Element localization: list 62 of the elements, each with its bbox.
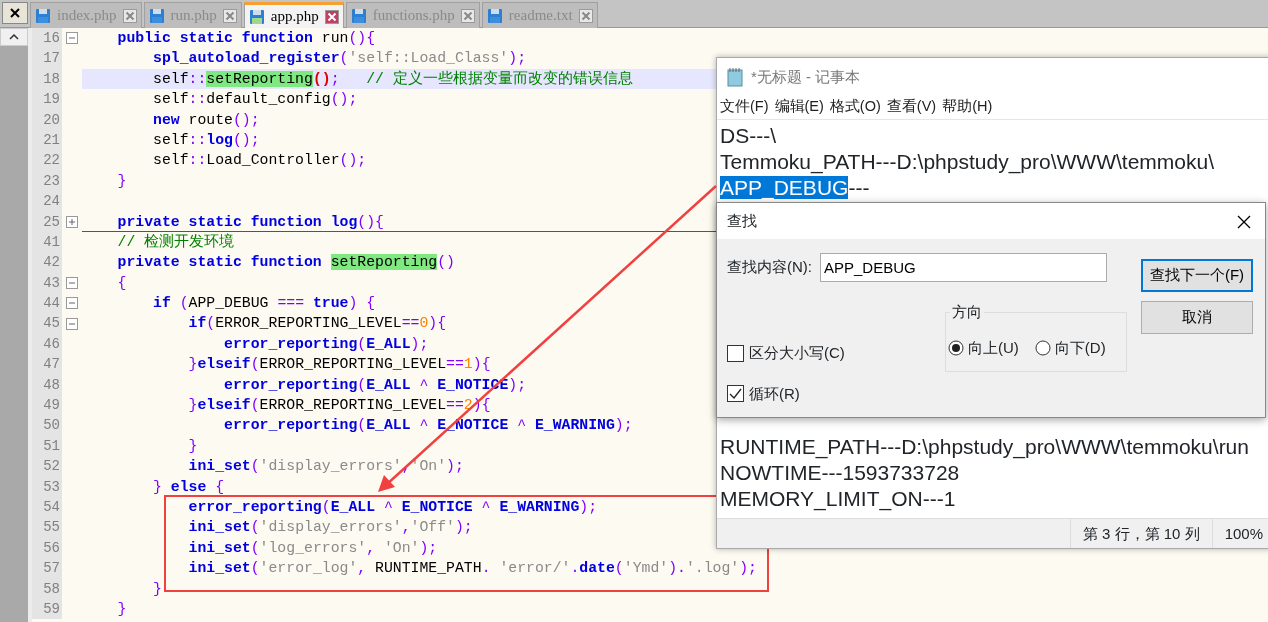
- code-line: } else {: [152, 477, 226, 497]
- code-line: // 检测开发环境: [116, 232, 236, 252]
- line-number: 24: [32, 191, 62, 212]
- line-number: 42: [32, 252, 62, 273]
- line-number: 20: [32, 109, 62, 130]
- line-number: 46: [32, 333, 62, 355]
- code-line: }: [116, 171, 128, 191]
- code-line: ini_set('error_log', RUNTIME_PATH. 'error/'.date('Ymd').'.log');: [187, 559, 757, 579]
- code-line: private static function setReporting(): [116, 253, 456, 273]
- line-number: 54: [32, 497, 62, 518]
- window-title: *无标题 - 记事本: [751, 66, 861, 87]
- line-number: 16: [32, 28, 62, 49]
- code-line: self::log();: [152, 130, 261, 150]
- code-line: self::Load_Controller();: [152, 151, 368, 171]
- code-line: ini_set('display_errors','On');: [187, 457, 465, 477]
- code-line: }elseif(ERROR_REPORTING_LEVEL==1){: [187, 355, 492, 375]
- line-number: 50: [32, 415, 62, 436]
- line-number: 45: [32, 313, 62, 334]
- line-number: 59: [32, 598, 62, 620]
- code-line: }: [116, 599, 128, 619]
- code-line: private static function log(){: [82, 211, 716, 232]
- code-line: new route();: [152, 110, 261, 130]
- cursor-position: 第 3 行，第 10 列: [1069, 519, 1212, 548]
- line-number: 21: [32, 129, 62, 151]
- line-number: 49: [32, 395, 62, 416]
- code-line: error_reporting(E_ALL ^ E_NOTICE ^ E_WARNING);: [187, 498, 599, 517]
- code-line: error_reporting(E_ALL);: [223, 334, 430, 354]
- code-line: if(ERROR_REPORTING_LEVEL==0){: [187, 314, 448, 334]
- line-number: 19: [32, 89, 62, 110]
- line-number: 17: [32, 48, 62, 69]
- find-label: 查找内容(N):: [727, 257, 812, 278]
- line-number: 18: [32, 68, 62, 90]
- line-number: 44: [32, 293, 62, 314]
- code-line: ini_set('display_errors','Off');: [187, 518, 474, 538]
- code-line: self::default_config();: [152, 90, 359, 110]
- code-line: }: [152, 579, 163, 599]
- line-number: 57: [32, 558, 62, 579]
- radio-label: 向下(D): [1054, 338, 1106, 358]
- checkbox-label: 循环(R): [749, 383, 800, 404]
- line-number: 47: [32, 354, 62, 375]
- code-line: ini_set('log_errors', 'On');: [187, 538, 439, 558]
- line-number: 41: [32, 231, 62, 253]
- line-number: 52: [32, 456, 62, 477]
- code-line: {: [116, 273, 128, 293]
- line-number: 48: [32, 374, 62, 396]
- zoom-level: 100%: [1211, 519, 1268, 548]
- line-number: 43: [32, 272, 62, 294]
- code-line: if (APP_DEBUG === true) {: [152, 294, 377, 314]
- dialog-title: 查找: [727, 210, 757, 231]
- line-number: 23: [32, 170, 62, 192]
- code-line: spl_autoload_register('self::Load_Class');: [152, 49, 527, 69]
- line-number: 51: [32, 435, 62, 457]
- line-number: 56: [32, 537, 62, 559]
- line-number: 58: [32, 578, 62, 599]
- line-number: 22: [32, 150, 62, 171]
- line-number: 53: [32, 476, 62, 497]
- code-line: }: [187, 436, 199, 456]
- radio-label: 向上(U): [968, 338, 1019, 358]
- code-line: public static function run(){: [116, 29, 377, 48]
- checkbox-label: 区分大小写(C): [749, 343, 845, 363]
- line-number: 55: [32, 517, 62, 538]
- line-number: 25: [32, 211, 62, 232]
